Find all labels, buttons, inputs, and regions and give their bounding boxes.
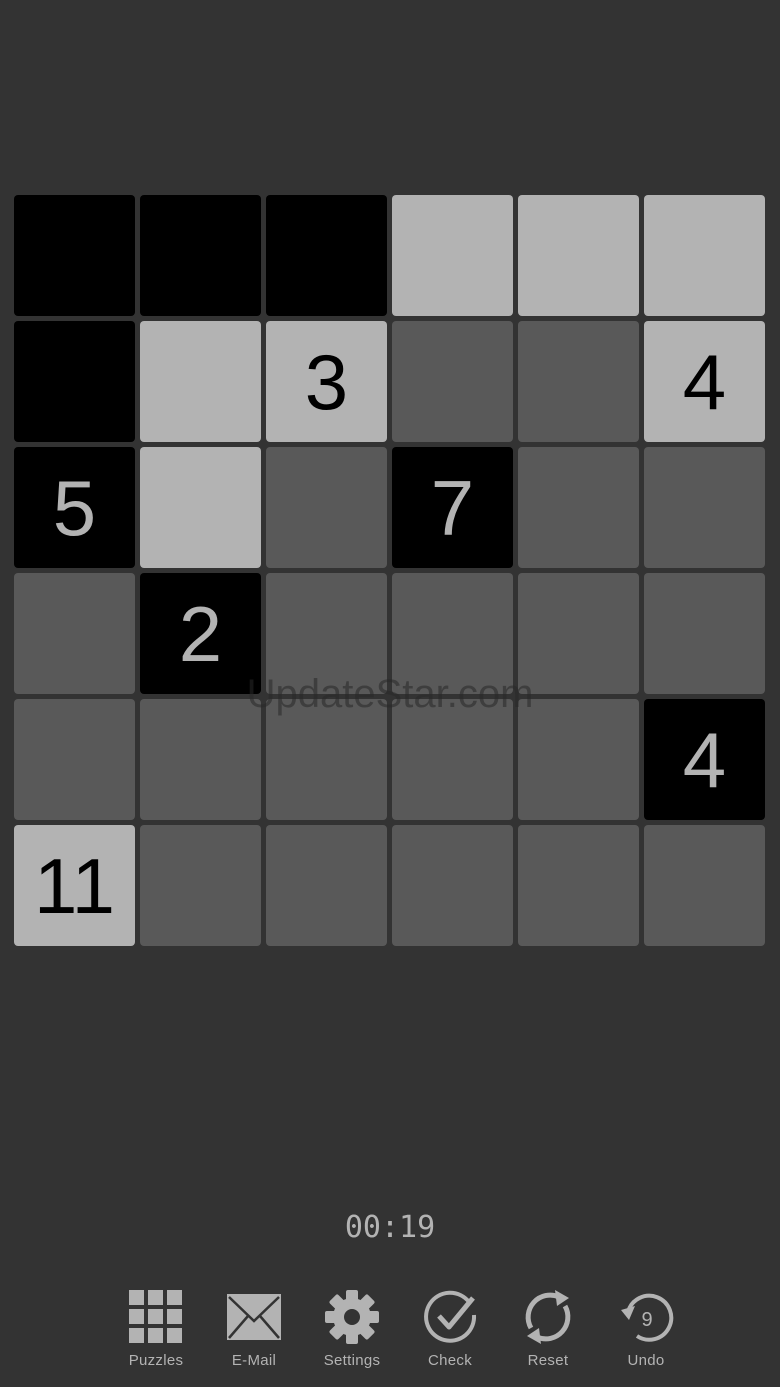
board-cell-r6-c2[interactable] bbox=[140, 825, 261, 946]
board-cell-r1-c4[interactable] bbox=[392, 195, 513, 316]
email-label: E-Mail bbox=[231, 1352, 277, 1369]
board-cell-r1-c3[interactable] bbox=[266, 195, 387, 316]
puzzles-button[interactable]: Puzzles bbox=[107, 1288, 205, 1378]
board-cell-r3-c2[interactable] bbox=[140, 447, 261, 568]
board-cell-r2-c1[interactable] bbox=[14, 321, 135, 442]
board-cell-r6-c5[interactable] bbox=[518, 825, 639, 946]
board-cell-r4-c5[interactable] bbox=[518, 573, 639, 694]
board-cell-r2-c6[interactable]: 4 bbox=[644, 321, 765, 442]
board-cell-r6-c3[interactable] bbox=[266, 825, 387, 946]
settings-label: Settings bbox=[323, 1352, 381, 1369]
board-cell-r3-c3[interactable] bbox=[266, 447, 387, 568]
board-cell-r2-c4[interactable] bbox=[392, 321, 513, 442]
reset-button[interactable]: Reset bbox=[499, 1288, 597, 1378]
board-cell-r4-c2[interactable]: 2 bbox=[140, 573, 261, 694]
gear-icon bbox=[325, 1290, 379, 1344]
board-cell-r4-c3[interactable] bbox=[266, 573, 387, 694]
board-cell-r6-c4[interactable] bbox=[392, 825, 513, 946]
undo-icon: 9 bbox=[621, 1293, 674, 1342]
timer: 00:19 bbox=[344, 1210, 436, 1245]
board-cell-r4-c6[interactable] bbox=[644, 573, 765, 694]
board-cell-r2-c5[interactable] bbox=[518, 321, 639, 442]
toolbar: Puzzles E-Mail Settings Check Reset 9 Un… bbox=[107, 1288, 695, 1378]
grid-icon bbox=[129, 1290, 182, 1343]
settings-button[interactable]: Settings bbox=[303, 1288, 401, 1378]
puzzles-label: Puzzles bbox=[128, 1352, 184, 1369]
game-screen: 3 4 5 7 2 4 11 UpdateStar.com 00:19 Puzzles bbox=[0, 0, 780, 1387]
board-cell-r4-c1[interactable] bbox=[14, 573, 135, 694]
board-cell-r5-c5[interactable] bbox=[518, 699, 639, 820]
board-cell-r6-c1[interactable]: 11 bbox=[14, 825, 135, 946]
undo-label: Undo bbox=[627, 1352, 665, 1369]
board-cell-r1-c5[interactable] bbox=[518, 195, 639, 316]
puzzle-board: 3 4 5 7 2 4 11 bbox=[14, 195, 766, 947]
reset-label: Reset bbox=[527, 1352, 569, 1369]
board-cell-r4-c4[interactable] bbox=[392, 573, 513, 694]
board-cell-r5-c4[interactable] bbox=[392, 699, 513, 820]
board-cell-r3-c1[interactable]: 5 bbox=[14, 447, 135, 568]
board-cell-r1-c1[interactable] bbox=[14, 195, 135, 316]
board-cell-r3-c6[interactable] bbox=[644, 447, 765, 568]
board-cell-r2-c3[interactable]: 3 bbox=[266, 321, 387, 442]
checkmark-icon bbox=[424, 1290, 477, 1343]
board-cell-r3-c5[interactable] bbox=[518, 447, 639, 568]
board-cell-r3-c4[interactable]: 7 bbox=[392, 447, 513, 568]
board-cell-r5-c2[interactable] bbox=[140, 699, 261, 820]
check-label: Check bbox=[427, 1352, 473, 1369]
envelope-icon bbox=[227, 1294, 281, 1340]
board-cell-r2-c2[interactable] bbox=[140, 321, 261, 442]
refresh-icon bbox=[525, 1290, 571, 1344]
undo-button[interactable]: 9 Undo bbox=[597, 1288, 695, 1378]
check-button[interactable]: Check bbox=[401, 1288, 499, 1378]
board-cell-r1-c6[interactable] bbox=[644, 195, 765, 316]
board-cell-r5-c3[interactable] bbox=[266, 699, 387, 820]
board-cell-r6-c6[interactable] bbox=[644, 825, 765, 946]
board-cell-r5-c6[interactable]: 4 bbox=[644, 699, 765, 820]
undo-count: 9 bbox=[641, 1309, 652, 1331]
board-cell-r5-c1[interactable] bbox=[14, 699, 135, 820]
board-cell-r1-c2[interactable] bbox=[140, 195, 261, 316]
email-button[interactable]: E-Mail bbox=[205, 1288, 303, 1378]
